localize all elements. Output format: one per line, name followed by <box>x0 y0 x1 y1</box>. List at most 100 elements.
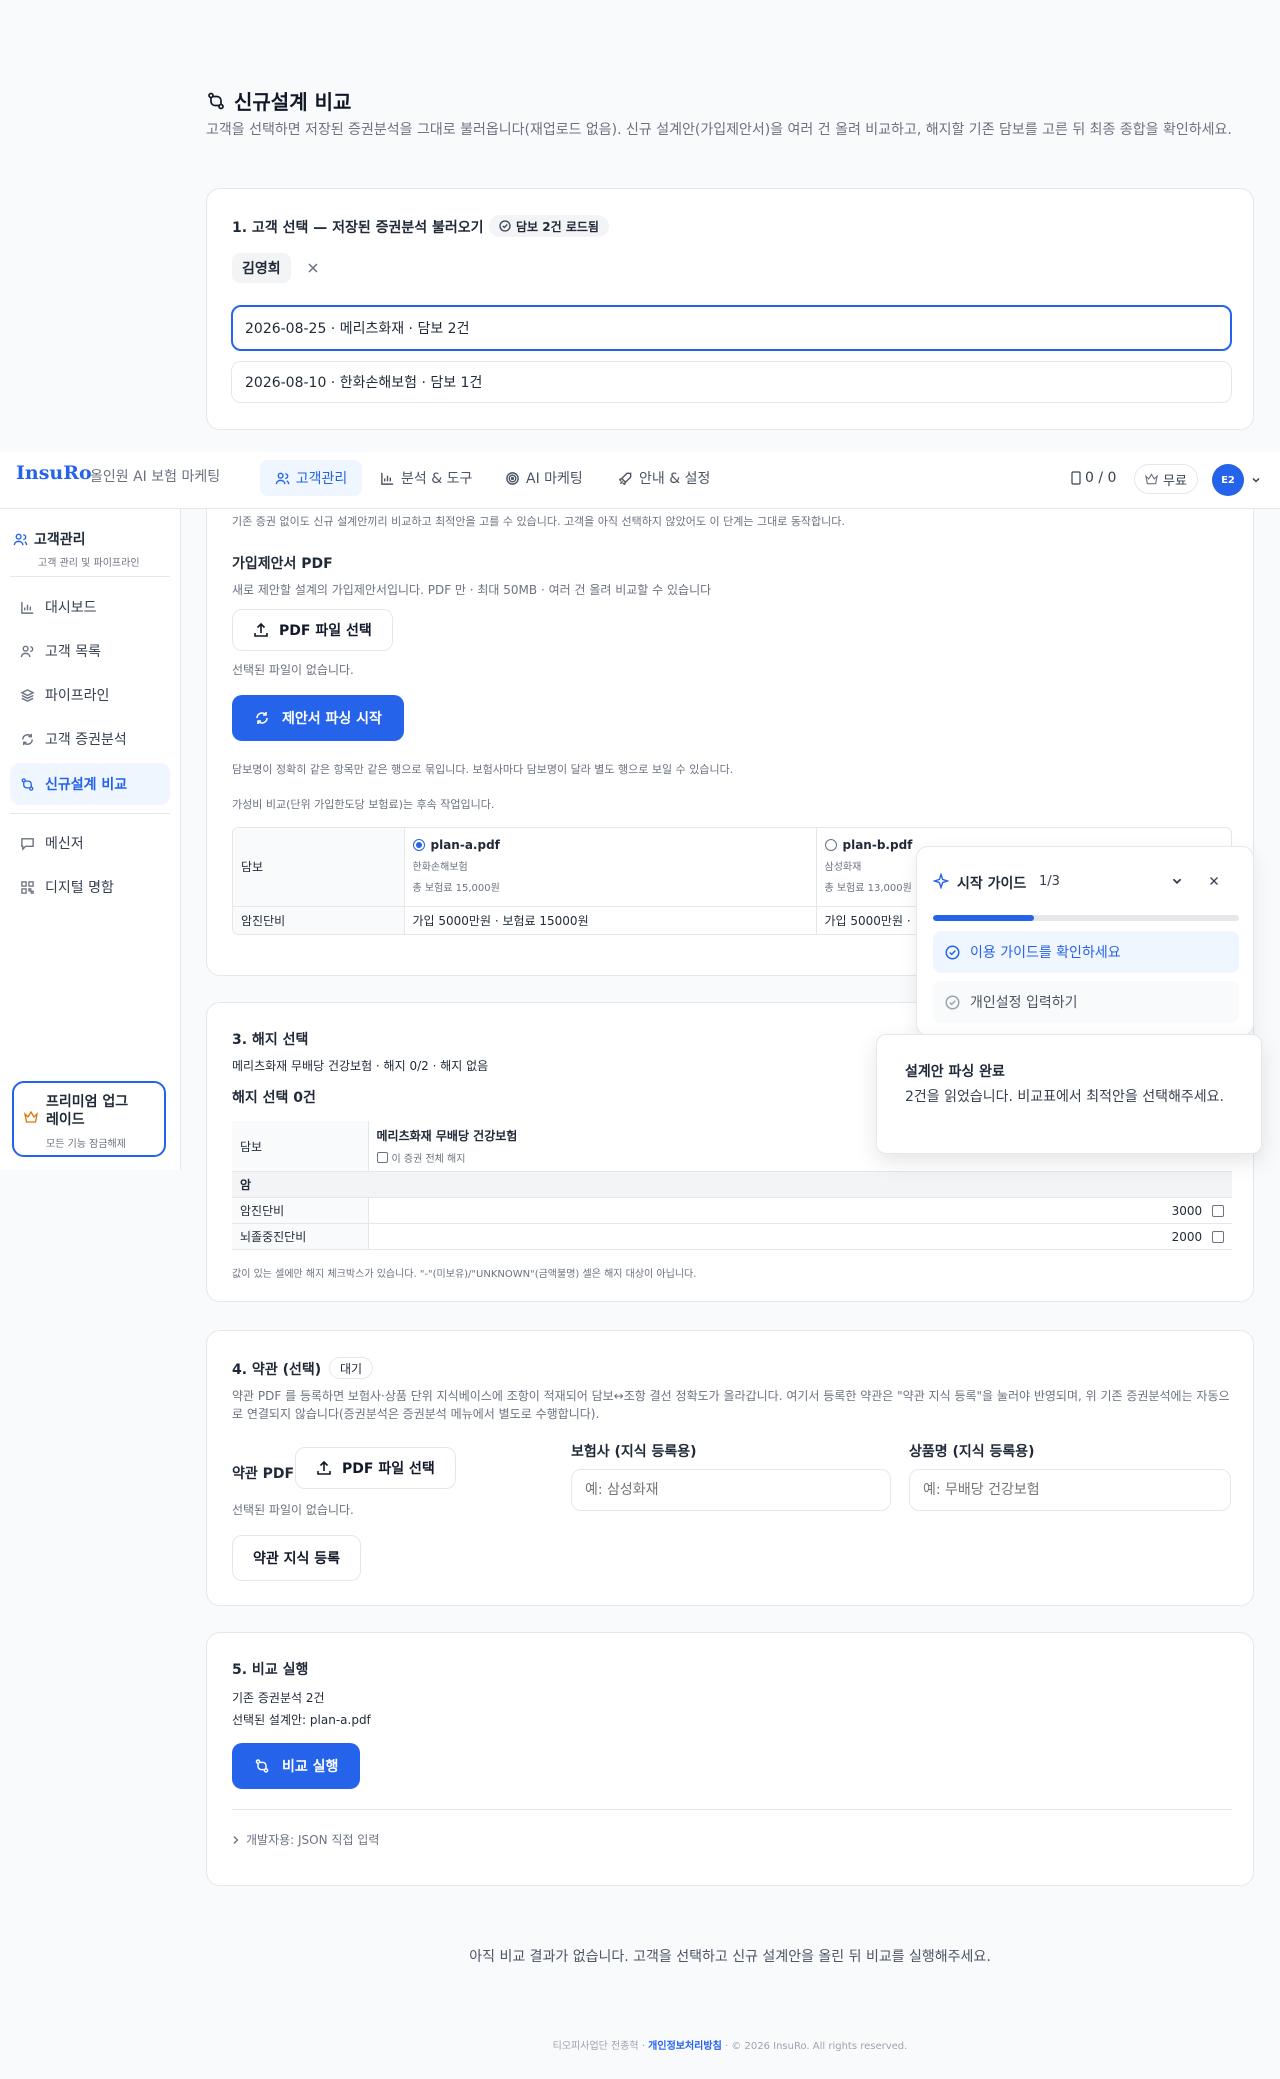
cancel-row-value: 2000 <box>368 1223 1232 1250</box>
terms-card: 4. 약관 (선택) 대기 약관 PDF 를 등록하면 보험사·상품 단위 지식… <box>206 1330 1254 1606</box>
users-icon <box>275 471 290 486</box>
plan-a-premium: 총 보험료 15,000원 <box>412 883 500 894</box>
plan-b-radio[interactable] <box>824 839 837 851</box>
page-title: 신규설계 비교 <box>234 90 352 114</box>
sidebar-item-business-card[interactable]: 디지털 명함 <box>10 867 170 907</box>
users-icon <box>13 532 28 547</box>
sidebar: 고객관리 고객 관리 및 파이프라인 대시보드 고객 목록 파이프라인 고객 증… <box>0 509 181 1170</box>
guide-title: 시작 가이드 <box>957 876 1027 892</box>
compare-icon <box>206 91 226 111</box>
cancel-row-label: 뇌졸중진단비 <box>232 1223 369 1250</box>
proposal-pdf-label: 가입제안서 PDF <box>232 556 333 572</box>
sidebar-item-dashboard[interactable]: 대시보드 <box>10 587 170 627</box>
guide-item[interactable]: 개인설정 입력하기 <box>933 981 1239 1023</box>
sidebar-item-new-design-compare[interactable]: 신규설계 비교 <box>10 763 170 805</box>
insurer-label: 보험사 (지식 등록용) <box>571 1444 697 1460</box>
pending-badge: 대기 <box>329 1357 374 1379</box>
section3-subtitle: 메리츠화재 무배당 건강보험 · 해지 0/2 · 해지 없음 <box>232 1059 489 1073</box>
insurer-input[interactable] <box>571 1469 891 1511</box>
guide-item-active[interactable]: 이용 가이드를 확인하세요 <box>933 931 1239 973</box>
sidebar-subtitle: 고객 관리 및 파이프라인 <box>38 558 140 569</box>
refresh-doc-icon <box>254 710 270 726</box>
toast-title: 설계안 파싱 완료 <box>905 1064 1005 1080</box>
proposal-file-button[interactable]: PDF 파일 선택 <box>232 609 393 651</box>
clear-customer-close-icon[interactable] <box>305 260 321 276</box>
sidebar-item-policy-analysis[interactable]: 고객 증권분석 <box>10 719 170 759</box>
grouping-note: 담보명이 정확히 같은 항목만 같은 행으로 묶입니다. 보험사마다 담보명이 … <box>232 763 734 776</box>
plan-a-cell: 가입 5000만원 · 보험료 15000원 <box>404 906 817 934</box>
start-guide-panel: 시작 가이드 1/3 이용 가이드를 확인하세요 개인설정 입력하기 <box>916 846 1254 1036</box>
close-icon[interactable] <box>1207 874 1221 888</box>
value-note: 가성비 비교(단위 가입한도당 보험료)는 후속 작업입니다. <box>232 798 495 811</box>
logo[interactable]: InsuRo <box>16 462 92 484</box>
users-icon <box>20 644 35 659</box>
section5-title: 5. 비교 실행 <box>232 1662 309 1678</box>
parse-start-button[interactable]: 제안서 파싱 시작 <box>232 695 404 741</box>
existing-analysis-count: 기존 증권분석 2건 <box>232 1691 325 1705</box>
analysis-record[interactable]: 2026-08-10 · 한화손해보험 · 담보 1건 <box>231 361 1232 403</box>
refresh-doc-icon <box>20 732 35 747</box>
guide-progress <box>933 915 1239 921</box>
guide-step: 1/3 <box>1039 874 1060 889</box>
run-compare-card: 5. 비교 실행 기존 증권분석 2건 선택된 설계안: plan-a.pdf … <box>206 1632 1254 1886</box>
cancel-all-checkbox[interactable] <box>376 1152 388 1163</box>
guide-progress-fill <box>933 915 1034 921</box>
tab-analysis[interactable]: 분석 & 도구 <box>380 460 472 496</box>
product-label: 상품명 (지식 등록용) <box>909 1444 1035 1460</box>
sidebar-title: 고객관리 <box>34 532 86 548</box>
plan-a-company: 한화손해보험 <box>412 862 468 873</box>
layers-icon <box>20 688 35 703</box>
avatar[interactable]: E2 <box>1212 464 1244 496</box>
cancel-head-cell: 담보 <box>232 1121 369 1172</box>
table-head-cell: 담보 <box>233 828 405 907</box>
terms-file-button[interactable]: PDF 파일 선택 <box>295 1447 456 1489</box>
bar-chart-icon <box>380 471 395 486</box>
tab-guide-settings[interactable]: 안내 & 설정 <box>618 460 710 496</box>
chevron-down-icon[interactable] <box>1251 475 1261 485</box>
plan-b-file: plan-b.pdf <box>842 838 913 852</box>
register-terms-button[interactable]: 약관 지식 등록 <box>232 1535 362 1581</box>
check-circle-icon <box>945 995 960 1010</box>
collapse-chevron-icon[interactable] <box>1171 875 1183 887</box>
premium-upgrade-button[interactable]: 프리미엄 업그레이드 모든 기능 잠금해제 <box>12 1081 166 1157</box>
premium-subtitle: 모든 기능 잠금해제 <box>46 1139 126 1150</box>
parse-complete-toast: 설계안 파싱 완료 2건을 읽었습니다. 비교표에서 최적안을 선택해주세요. <box>876 1034 1262 1154</box>
cancel-note: 값이 있는 셀에만 해지 체크박스가 있습니다. "-"(미보유)/"UNKNO… <box>232 1269 697 1280</box>
plan-badge[interactable]: 무료 <box>1134 464 1198 494</box>
section2-intro: 기존 증권 없이도 신규 설계안끼리 비교하고 최적안을 고를 수 있습니다. … <box>232 515 845 528</box>
rocket-icon <box>618 471 633 486</box>
dev-json-toggle[interactable]: 개발자용: JSON 직접 입력 <box>232 1831 379 1848</box>
analysis-record-selected[interactable]: 2026-08-25 · 메리츠화재 · 담보 2건 <box>231 305 1232 351</box>
plan-a-radio[interactable] <box>412 839 425 851</box>
cancel-row-value: 3000 <box>368 1197 1232 1224</box>
check-circle-icon <box>499 220 511 232</box>
crown-icon <box>1145 473 1158 485</box>
compare-icon <box>254 1758 270 1774</box>
terms-no-file: 선택된 파일이 없습니다. <box>232 1503 354 1517</box>
premium-title: 프리미엄 업그레이드 <box>46 1094 129 1128</box>
tab-customers[interactable]: 고객관리 <box>260 460 362 496</box>
sidebar-item-pipeline[interactable]: 파이프라인 <box>10 675 170 715</box>
terms-pdf-label: 약관 PDF <box>232 1466 295 1482</box>
privacy-policy-link[interactable]: 개인정보처리방침 <box>648 2041 722 2052</box>
terms-description: 약관 PDF 를 등록하면 보험사·상품 단위 지식베이스에 조항이 적재되어 … <box>232 1389 1230 1421</box>
product-input[interactable] <box>909 1469 1231 1511</box>
usage-counter: 0 / 0 <box>1071 470 1116 486</box>
sidebar-item-messenger[interactable]: 메신저 <box>10 823 170 863</box>
cancel-row-checkbox[interactable] <box>1212 1205 1224 1217</box>
selected-plan: 선택된 설계안: plan-a.pdf <box>232 1713 371 1727</box>
logo-subtitle: 올인원 AI 보험 마케팅 <box>90 469 221 485</box>
customer-select-card: 1. 고객 선택 — 저장된 증권분석 불러오기 담보 2건 로드됨 김영희 2… <box>206 188 1254 430</box>
coverage-row-label: 암진단비 <box>233 906 405 934</box>
proposal-no-file: 선택된 파일이 없습니다. <box>232 663 354 677</box>
tab-ai-marketing[interactable]: AI 마케팅 <box>505 460 583 496</box>
cancel-row-checkbox[interactable] <box>1212 1231 1224 1243</box>
plan-a-file: plan-a.pdf <box>430 838 500 852</box>
sidebar-item-customer-list[interactable]: 고객 목록 <box>10 631 170 671</box>
qr-code-icon <box>20 880 35 895</box>
section1-title: 1. 고객 선택 — 저장된 증권분석 불러오기 <box>232 220 484 236</box>
run-compare-button[interactable]: 비교 실행 <box>232 1743 361 1789</box>
chevron-right-icon <box>232 1835 240 1845</box>
cancel-row-label: 암진단비 <box>232 1197 369 1224</box>
section3-title: 3. 해지 선택 <box>232 1032 309 1048</box>
